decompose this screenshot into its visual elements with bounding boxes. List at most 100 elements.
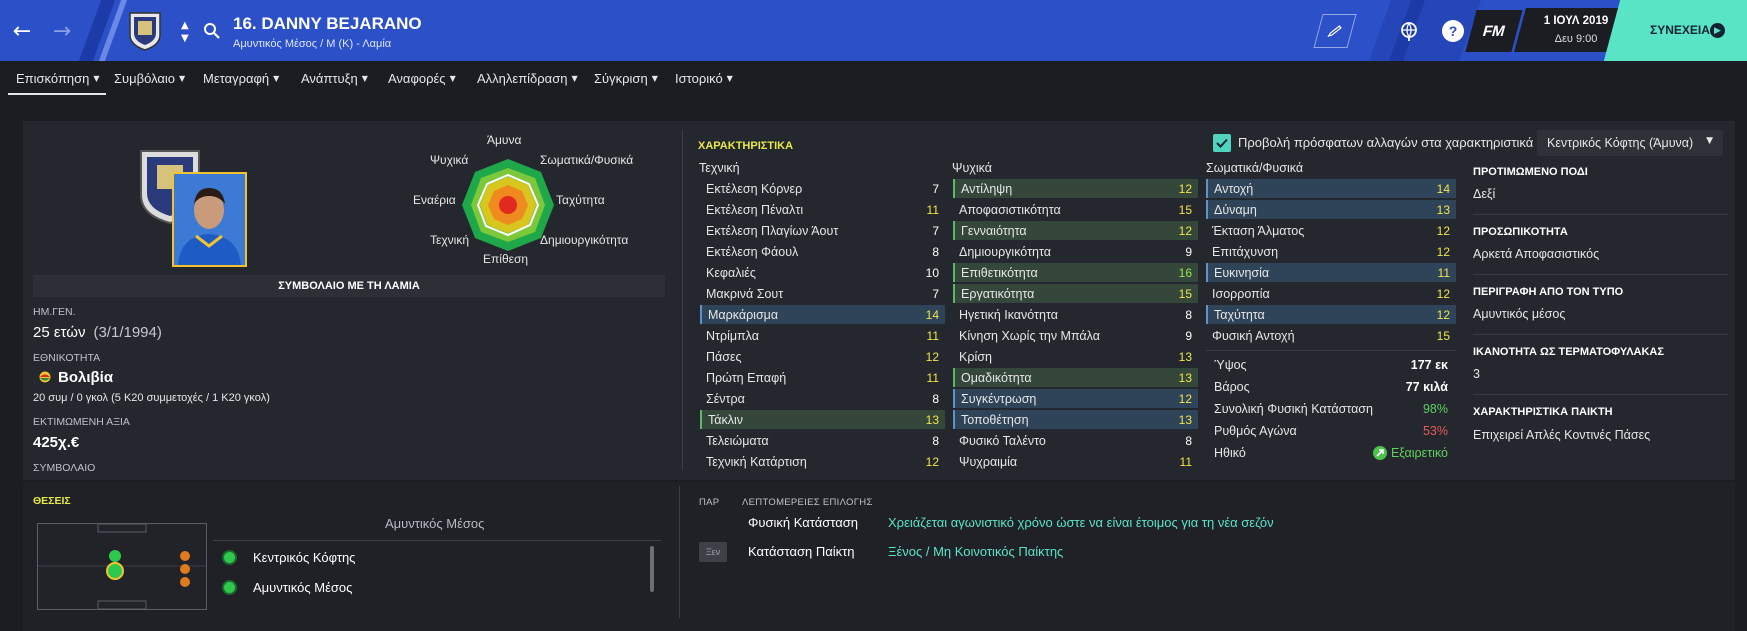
attribute-row[interactable]: Εκτέλεση Πλαγίων Άουτ 7: [700, 221, 945, 240]
attribute-row[interactable]: Ψυχραιμία 11: [953, 452, 1198, 471]
attribute-row[interactable]: Μαρκάρισμα 14: [700, 305, 945, 324]
attribute-row[interactable]: Αντοχή 14: [1206, 179, 1456, 198]
attribute-row[interactable]: Τάκλιν 13: [700, 410, 945, 429]
attribute-row[interactable]: Φυσική Αντοχή 15: [1206, 326, 1456, 345]
preferred-foot-label: ΠΡΟΤΙΜΩΜΕΝΟ ΠΟΔΙ: [1473, 166, 1588, 178]
attribute-row[interactable]: Ομαδικότητα 13: [953, 368, 1198, 387]
attribute-row[interactable]: Ισορροπία 12: [1206, 284, 1456, 303]
panel-divider: [679, 486, 680, 618]
attribute-row[interactable]: Ηγετική Ικανότητα 8: [953, 305, 1198, 324]
next-player-icon[interactable]: ▼: [181, 33, 193, 44]
active-tab-indicator: [8, 93, 106, 95]
pitch-lines: [38, 523, 206, 610]
back-arrow-icon: ←: [12, 18, 32, 44]
list-item[interactable]: Αμυντικός Μέσος: [222, 580, 352, 595]
continue-arrow-icon[interactable]: ▶: [1710, 23, 1725, 38]
chevron-down-icon: ▼: [449, 74, 456, 83]
international-caps: 20 συμ / 0 γκολ (5 Κ20 συμμετοχές / 1 Κ2…: [33, 392, 270, 404]
attribute-row[interactable]: Επιθετικότητα 16: [953, 263, 1198, 282]
height-row: Ύψος 177 εκ: [1214, 358, 1448, 372]
positions-role-heading: Αμυντικός Μέσος: [385, 516, 485, 531]
morale-row: Ηθικό Εξαιρετικό: [1214, 446, 1448, 460]
attribute-row[interactable]: Μακρινά Σουτ 7: [700, 284, 945, 303]
attribute-row[interactable]: Κρίση 13: [953, 347, 1198, 366]
chevron-down-icon: ▼: [651, 74, 658, 83]
positions-scrollbar[interactable]: [650, 546, 654, 592]
tab-comparison[interactable]: Σύγκριση ▼: [594, 71, 658, 86]
tab-overview[interactable]: Επισκόπηση ▼: [16, 71, 100, 86]
radar-label-speed: Ταχύτητα: [556, 193, 605, 207]
role-rating-icon: [222, 580, 237, 595]
fitness-label: Φυσική Κατάσταση: [748, 515, 858, 530]
dob-value: (3/1/1994): [93, 324, 162, 341]
foreign-status-badge: Ξεν: [699, 542, 727, 562]
checkmark-icon: [1216, 138, 1228, 148]
recent-changes-label[interactable]: Προβολή πρόσφατων αλλαγών στα χαρακτηρισ…: [1238, 135, 1533, 150]
radar-label-vision: Δημιουργικότητα: [540, 233, 629, 247]
attribute-row[interactable]: Τοποθέτηση 13: [953, 410, 1198, 429]
positions-title: ΘΕΣΕΙΣ: [33, 495, 71, 507]
personality-value: Αρκετά Αποφασιστικός: [1473, 247, 1600, 261]
selection-column-header: ΠΑΡ: [699, 497, 720, 508]
player-avatar-icon: [174, 174, 245, 265]
attribute-row[interactable]: Αποφασιστικότητα 15: [953, 200, 1198, 219]
attribute-row[interactable]: Πάσες 12: [700, 347, 945, 366]
player-trait[interactable]: Επιχειρεί Απλές Κοντινές Πάσες: [1473, 428, 1650, 442]
weight-row: Βάρος 77 κιλά: [1214, 380, 1448, 394]
attribute-row[interactable]: Εργατικότητα 15: [953, 284, 1198, 303]
tab-development[interactable]: Ανάπτυξη ▼: [301, 71, 368, 86]
attribute-row[interactable]: Εκτέλεση Κόρνερ 7: [700, 179, 945, 198]
tab-contract[interactable]: Συμβόλαιο ▼: [114, 71, 185, 86]
attribute-row[interactable]: Δημιουργικότητα 9: [953, 242, 1198, 261]
attribute-row[interactable]: Κεφαλιές 10: [700, 263, 945, 282]
attribute-row[interactable]: Δύναμη 13: [1206, 200, 1456, 219]
search-icon[interactable]: [203, 22, 221, 40]
club-badge-icon[interactable]: [128, 11, 162, 51]
attribute-row[interactable]: Εκτέλεση Φάουλ 8: [700, 242, 945, 261]
attribute-row[interactable]: Ταχύτητα 12: [1206, 305, 1456, 324]
previous-player-icon[interactable]: ▲: [181, 20, 193, 31]
attribute-row[interactable]: Πρώτη Επαφή 11: [700, 368, 945, 387]
tab-transfer[interactable]: Μεταγραφή ▼: [203, 71, 279, 86]
preferred-foot-value: Δεξί: [1473, 187, 1496, 201]
attribute-row[interactable]: Γενναιότητα 12: [953, 221, 1198, 240]
globe-icon[interactable]: [1398, 20, 1420, 42]
contract-label: ΣΥΜΒΟΛΑΙΟ: [33, 462, 96, 474]
radar-label-defending: Άμυνα: [487, 133, 522, 147]
goalkeeper-rating-value: 3: [1473, 367, 1480, 381]
tab-bar: Επισκόπηση ▼ Συμβόλαιο ▼ Μεταγραφή ▼ Ανάπτυ…: [0, 61, 1747, 98]
attribute-row[interactable]: Ντρίμπλα 11: [700, 326, 945, 345]
player-photo: [172, 172, 247, 267]
attribute-row[interactable]: Εκτέλεση Πέναλτι 11: [700, 200, 945, 219]
attribute-row[interactable]: Έκταση Άλματος 12: [1206, 221, 1456, 240]
attribute-row[interactable]: Συγκέντρωση 12: [953, 389, 1198, 408]
attribute-row[interactable]: Κίνηση Χωρίς την Μπάλα 9: [953, 326, 1198, 345]
attribute-row[interactable]: Επιτάχυνση 12: [1206, 242, 1456, 261]
recent-changes-checkbox[interactable]: [1213, 134, 1231, 152]
attribute-row[interactable]: Ευκινησία 11: [1206, 263, 1456, 282]
selection-details-header: ΛΕΠΤΟΜΕΡΕΙΕΣ ΕΠΙΛΟΓΗΣ: [742, 497, 873, 508]
chevron-down-icon: ▼: [179, 74, 186, 83]
role-select[interactable]: Κεντρικός Κόφτης (Άμυνα) ▼: [1537, 130, 1723, 156]
attribute-row[interactable]: Φυσικό Ταλέντο 8: [953, 431, 1198, 450]
tab-reports[interactable]: Αναφορές ▼: [388, 71, 456, 86]
panel-divider: [682, 130, 683, 470]
forward-button[interactable]: →: [48, 17, 76, 45]
back-button[interactable]: ←: [8, 17, 36, 45]
technical-heading: Τεχνική: [699, 161, 740, 175]
attribute-row[interactable]: Σέντρα 8: [700, 389, 945, 408]
nationality-value[interactable]: Βολιβία: [38, 369, 113, 386]
contract-banner[interactable]: ΣΥΜΒΟΛΑΙΟ ΜΕ ΤΗ ΛΑΜΙΑ: [33, 275, 665, 297]
attribute-row[interactable]: Αντίληψη 12: [953, 179, 1198, 198]
tab-history[interactable]: Ιστορικό ▼: [675, 71, 733, 86]
continue-label[interactable]: ΣΥΝΕΧΕΙΑ: [1650, 23, 1710, 37]
attribute-row[interactable]: Τελειώματα 8: [700, 431, 945, 450]
media-description-value: Αμυντικός μέσος: [1473, 307, 1566, 321]
forward-arrow-icon: →: [52, 18, 72, 44]
list-item[interactable]: Κεντρικός Κόφτης: [222, 550, 355, 565]
tab-interaction[interactable]: Αλληλεπίδραση ▼: [477, 71, 578, 86]
side-divider: [1473, 274, 1728, 275]
player-name: 16. DANNY BEJARANO: [233, 14, 422, 33]
attribute-row[interactable]: Τεχνική Κατάρτιση 12: [700, 452, 945, 471]
help-icon[interactable]: ?: [1442, 20, 1464, 42]
